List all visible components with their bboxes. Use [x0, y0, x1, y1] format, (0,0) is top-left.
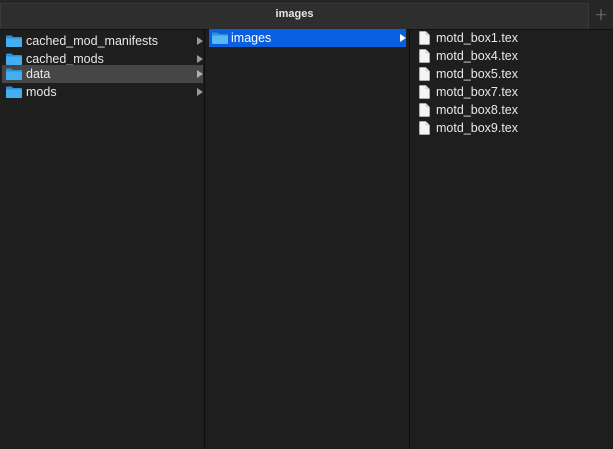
list-item-data[interactable]: data	[2, 65, 203, 83]
document-icon	[419, 49, 430, 63]
document-icon	[419, 31, 430, 45]
item-label: cached_mod_manifests	[26, 34, 159, 48]
list-item-motd-box5[interactable]: motd_box5.tex	[414, 65, 609, 83]
chevron-right-icon	[197, 37, 203, 45]
chevron-right-icon	[197, 55, 203, 63]
document-icon	[419, 67, 430, 81]
item-label: motd_box7.tex	[436, 85, 518, 99]
finder-window: images + cached_mod_manifests cached_mod…	[0, 0, 613, 449]
list-item-motd-box1[interactable]: motd_box1.tex	[414, 29, 609, 47]
item-label: mods	[26, 85, 57, 99]
item-label: motd_box5.tex	[436, 67, 518, 81]
item-label: images	[231, 31, 272, 45]
document-icon	[419, 103, 430, 117]
list-item-mods[interactable]: mods	[2, 83, 203, 101]
document-icon	[419, 85, 430, 99]
document-icon	[419, 121, 430, 135]
item-label: motd_box1.tex	[436, 31, 518, 45]
new-tab-button[interactable]: +	[589, 3, 613, 29]
column-3[interactable]: motd_box1.tex motd_box4.tex motd_box5.te…	[410, 30, 613, 449]
list-item-motd-box4[interactable]: motd_box4.tex	[414, 47, 609, 65]
list-item-motd-box9[interactable]: motd_box9.tex	[414, 119, 609, 137]
column-1[interactable]: cached_mod_manifests cached_mods data mo…	[0, 30, 205, 449]
chevron-right-icon	[197, 88, 203, 96]
item-label: motd_box9.tex	[436, 121, 518, 135]
list-item-cached-mod-manifests[interactable]: cached_mod_manifests	[2, 32, 203, 50]
column-browser: cached_mod_manifests cached_mods data mo…	[0, 29, 613, 449]
column-2[interactable]: images	[205, 29, 410, 449]
item-label: motd_box4.tex	[436, 49, 518, 63]
list-item-images[interactable]: images	[209, 29, 406, 47]
chevron-right-icon	[400, 34, 406, 42]
folder-icon	[212, 32, 228, 44]
folder-icon	[6, 68, 22, 80]
chevron-right-icon	[197, 70, 203, 78]
tab-images[interactable]: images	[0, 3, 589, 29]
item-label: data	[26, 67, 51, 81]
tab-title: images	[275, 8, 314, 20]
folder-icon	[6, 35, 22, 47]
list-item-motd-box8[interactable]: motd_box8.tex	[414, 101, 609, 119]
list-item-motd-box7[interactable]: motd_box7.tex	[414, 83, 609, 101]
folder-icon	[6, 53, 22, 65]
tab-bar: images +	[0, 0, 613, 30]
item-label: motd_box8.tex	[436, 103, 518, 117]
folder-icon	[6, 86, 22, 98]
